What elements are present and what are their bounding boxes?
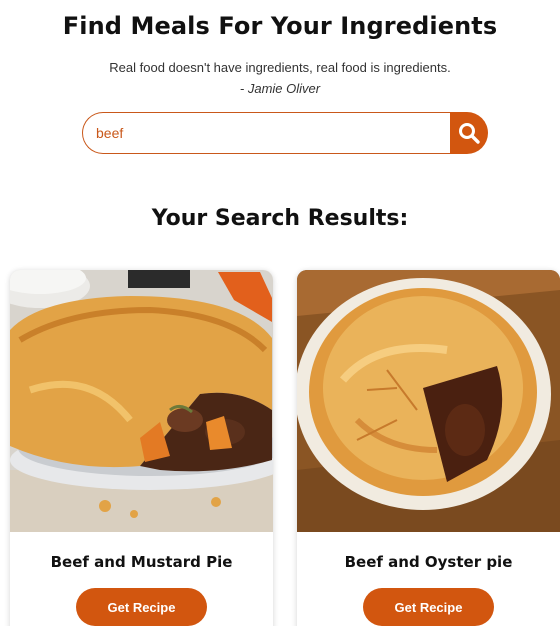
- quote-text: Real food doesn't have ingredients, real…: [109, 60, 451, 75]
- search-bar: [82, 112, 488, 154]
- search-input[interactable]: [82, 112, 452, 154]
- meal-title: Beef and Oyster pie: [344, 553, 513, 571]
- meal-title: Beef and Mustard Pie: [50, 553, 233, 571]
- quote-author: - Jamie Oliver: [239, 81, 321, 96]
- meal-image: [10, 270, 273, 532]
- get-recipe-button[interactable]: Get Recipe: [363, 588, 494, 626]
- search-icon: [459, 123, 480, 144]
- page-title: Find Meals For Your Ingredients: [62, 12, 498, 40]
- search-button[interactable]: [450, 112, 488, 154]
- meal-card: Beef and Oyster pie Get Recipe: [297, 270, 560, 626]
- meal-image: [297, 270, 560, 532]
- meal-card: Beef and Mustard Pie Get Recipe: [10, 270, 273, 626]
- get-recipe-button[interactable]: Get Recipe: [76, 588, 207, 626]
- results-heading: Your Search Results:: [151, 206, 409, 231]
